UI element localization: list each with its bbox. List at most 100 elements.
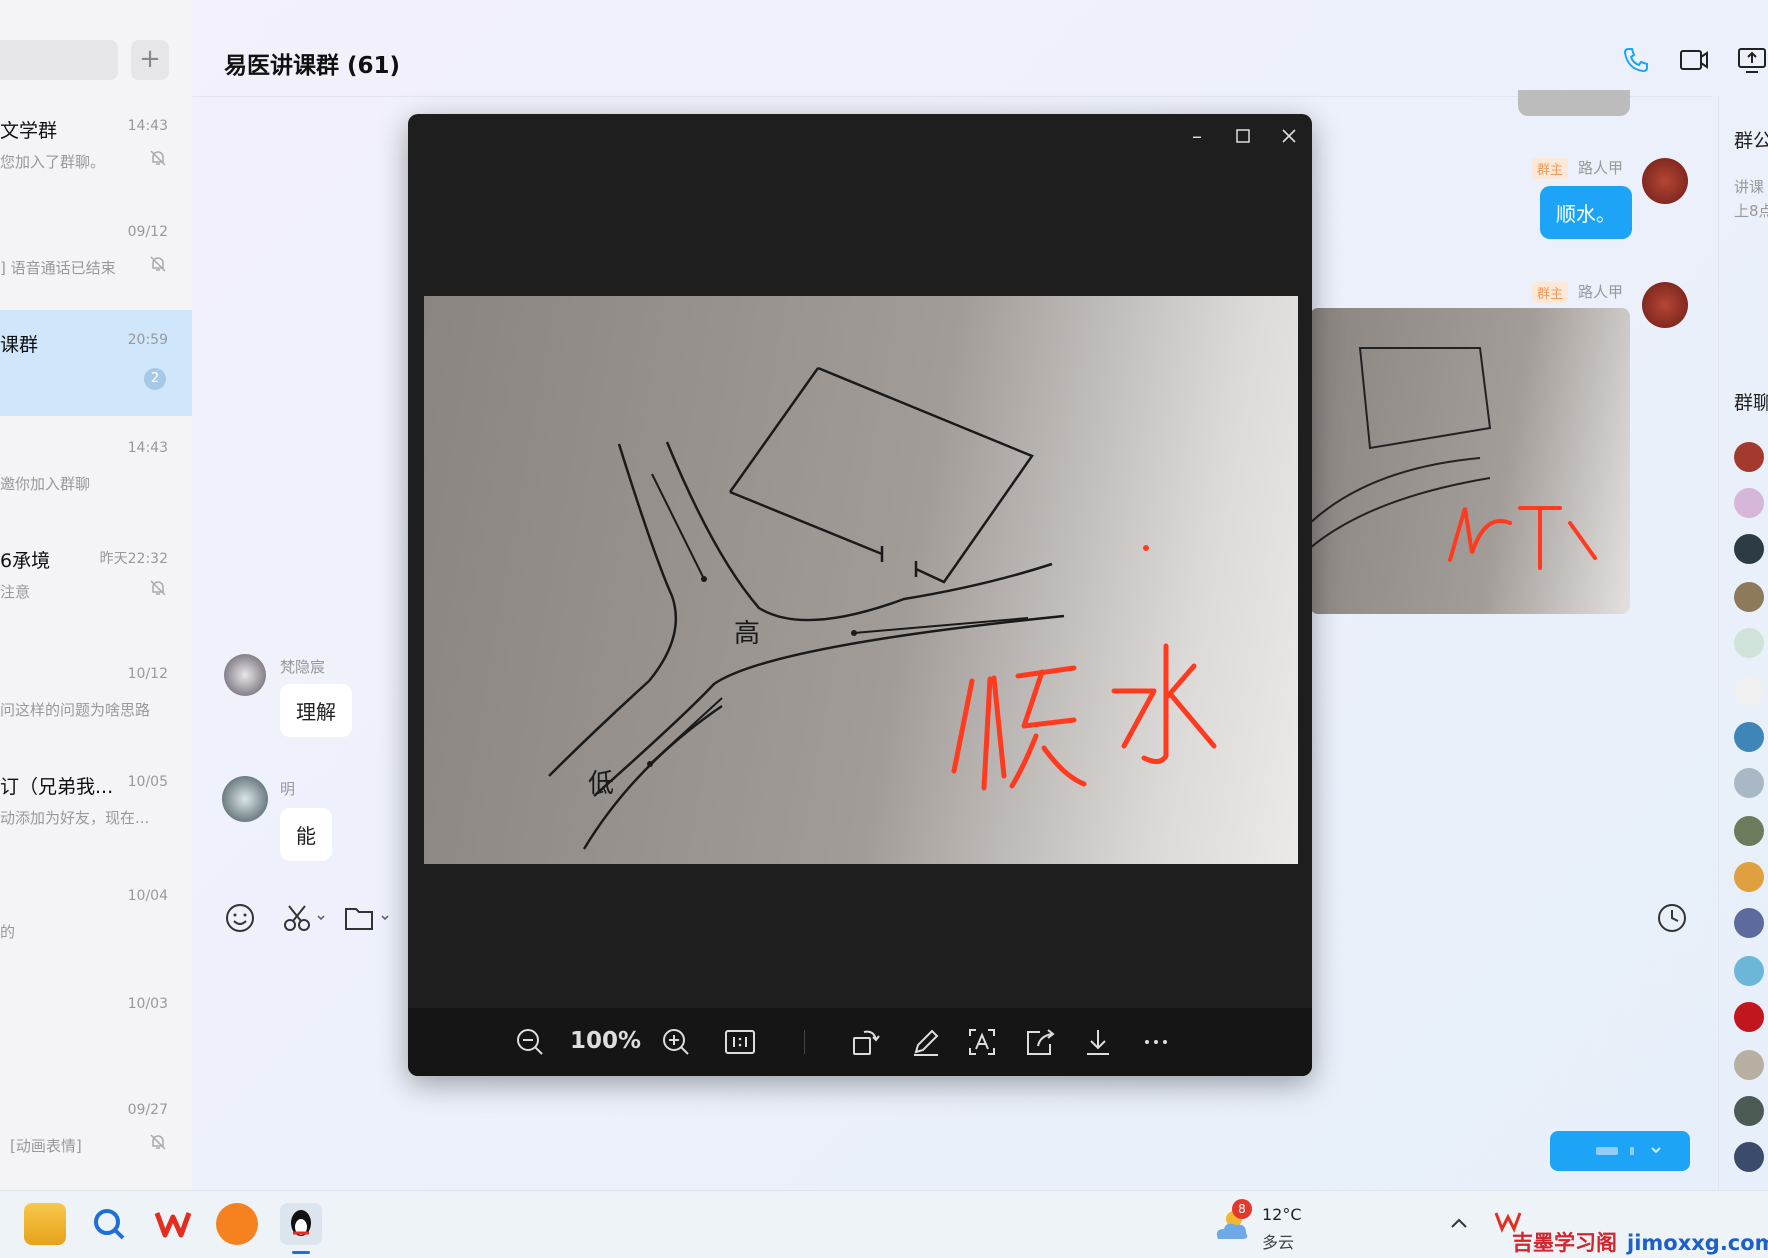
mute-bell-icon [150, 256, 166, 272]
conversation-item[interactable]: 10/03 [0, 974, 192, 1080]
owner-tag: 群主 [1532, 282, 1569, 303]
avatar[interactable] [224, 654, 266, 696]
pen-sketch-diagram: 高 低 [548, 366, 1217, 850]
download-icon[interactable] [1080, 1024, 1116, 1060]
conversation-time: 20:59 [127, 332, 168, 348]
member-avatar[interactable] [1734, 1096, 1764, 1126]
history-clock-icon[interactable] [1654, 900, 1690, 936]
mute-bell-icon [150, 580, 166, 596]
watermark-chinese: 吉墨学习阁 [1512, 1231, 1617, 1255]
conversation-item[interactable]: 10/12 问这样的问题为啥思路 [0, 644, 192, 750]
conversation-item[interactable]: 14:43 邀你加入群聊 [0, 418, 192, 524]
avatar[interactable] [1642, 282, 1688, 328]
message-sender: 明 [280, 780, 296, 798]
minimize-button[interactable]: – [1182, 124, 1212, 148]
wps-office-icon[interactable] [152, 1203, 194, 1245]
browser-app-icon[interactable] [216, 1203, 258, 1245]
message-bubble[interactable]: 理解 [280, 684, 352, 737]
group-notice-text: 上8点 [1734, 202, 1768, 220]
maximize-icon [1236, 129, 1250, 143]
forward-share-icon[interactable] [1022, 1024, 1058, 1060]
group-notice-label: 群公 [1734, 130, 1768, 152]
toolbar-divider [804, 1030, 805, 1054]
chevron-up-icon[interactable] [1448, 1213, 1470, 1235]
more-options-icon[interactable] [1138, 1024, 1174, 1060]
member-avatar[interactable] [1734, 862, 1764, 892]
conversation-time: 10/12 [127, 666, 168, 682]
conversation-time: 14:43 [127, 440, 168, 456]
mute-bell-icon [150, 1134, 166, 1150]
conversation-time: 10/05 [127, 774, 168, 790]
qq-app-icon[interactable] [280, 1203, 322, 1245]
edit-pencil-icon[interactable] [908, 1024, 944, 1060]
screen-share-icon[interactable] [1736, 44, 1768, 76]
image-message-thumbnail[interactable] [1310, 308, 1630, 614]
message-bubble[interactable]: 能 [280, 808, 332, 861]
member-avatar[interactable] [1734, 582, 1764, 612]
viewed-photo[interactable]: 高 低 [424, 296, 1298, 864]
conversation-item[interactable]: 10/04 的 [0, 866, 192, 972]
conversation-preview: [动画表情] [10, 1137, 82, 1155]
conversation-preview: 您加入了群聊。 [0, 153, 106, 171]
member-avatar[interactable] [1734, 676, 1764, 706]
conversation-sidebar: + 文学群 14:43 您加入了群聊。 09/12 ] 语音通话已结束 课群 2… [0, 0, 192, 1190]
rotate-icon[interactable] [848, 1024, 884, 1060]
add-button[interactable]: + [131, 40, 169, 80]
thumbnail-sketch [1310, 347, 1597, 570]
conversation-item[interactable]: 文学群 14:43 您加入了群聊。 [0, 96, 192, 202]
close-icon [1282, 129, 1296, 143]
watermark-domain: jimoxxg.com [1627, 1231, 1768, 1255]
zoom-out-icon[interactable] [512, 1024, 548, 1060]
weather-temperature: 12°C [1262, 1205, 1302, 1224]
conversation-item[interactable]: 09/27 [动画表情] [0, 1080, 192, 1186]
conversation-preview: 问这样的问题为啥思路 [0, 701, 150, 719]
group-members-label: 群聊 [1734, 392, 1768, 414]
text-recognition-icon[interactable] [964, 1024, 1000, 1060]
member-avatar[interactable] [1734, 816, 1764, 846]
member-avatar[interactable] [1734, 1142, 1764, 1172]
zoom-in-icon[interactable] [658, 1024, 694, 1060]
red-handwritten-caption [951, 643, 1217, 791]
member-avatar[interactable] [1734, 908, 1764, 938]
member-avatar[interactable] [1734, 956, 1764, 986]
maximize-button[interactable] [1228, 124, 1258, 148]
conversation-name: 订（兄弟我... [0, 776, 114, 798]
message-sender: 路人甲 [1578, 159, 1624, 177]
send-button[interactable] [1550, 1131, 1690, 1171]
close-button[interactable] [1274, 124, 1304, 148]
conversation-item[interactable]: 09/12 ] 语音通话已结束 [0, 202, 192, 308]
search-input[interactable] [0, 40, 118, 80]
folder-icon[interactable] [342, 900, 396, 936]
member-avatar[interactable] [1734, 488, 1764, 518]
member-avatar[interactable] [1734, 768, 1764, 798]
video-call-icon[interactable] [1678, 44, 1710, 76]
screenshot-scissors-icon[interactable] [280, 900, 332, 936]
member-avatar[interactable] [1734, 1050, 1764, 1080]
conversation-item-active[interactable]: 课群 20:59 2 [0, 310, 192, 416]
conversation-time: 09/27 [127, 1102, 168, 1118]
weather-description: 多云 [1262, 1233, 1295, 1252]
conversation-time: 14:43 [127, 118, 168, 134]
conversation-preview: ] 语音通话已结束 [0, 259, 116, 277]
search-app-icon[interactable] [88, 1203, 130, 1245]
member-avatar[interactable] [1734, 628, 1764, 658]
conversation-item[interactable]: 订（兄弟我... 10/05 动添加为好友，现在... [0, 752, 192, 858]
avatar[interactable] [222, 776, 268, 822]
member-avatar[interactable] [1734, 442, 1764, 472]
active-app-indicator [292, 1251, 310, 1254]
member-avatar[interactable] [1734, 534, 1764, 564]
voice-call-icon[interactable] [1620, 44, 1652, 76]
actual-size-icon[interactable] [722, 1024, 758, 1060]
emoji-icon[interactable] [222, 900, 258, 936]
avatar[interactable] [1642, 158, 1688, 204]
owner-tag: 群主 [1532, 158, 1569, 179]
message-bubble[interactable]: 顺水。 [1540, 186, 1632, 239]
conversation-item[interactable]: 6承境 昨天22:32 注意 [0, 526, 192, 632]
message-sender: 梵隐宸 [280, 658, 326, 676]
previous-image-message[interactable] [1518, 90, 1630, 116]
right-panel-divider [1718, 96, 1719, 1190]
member-avatar[interactable] [1734, 722, 1764, 752]
member-avatar[interactable] [1734, 1002, 1764, 1032]
conversation-preview: 注意 [0, 583, 31, 601]
file-explorer-icon[interactable] [24, 1203, 66, 1245]
